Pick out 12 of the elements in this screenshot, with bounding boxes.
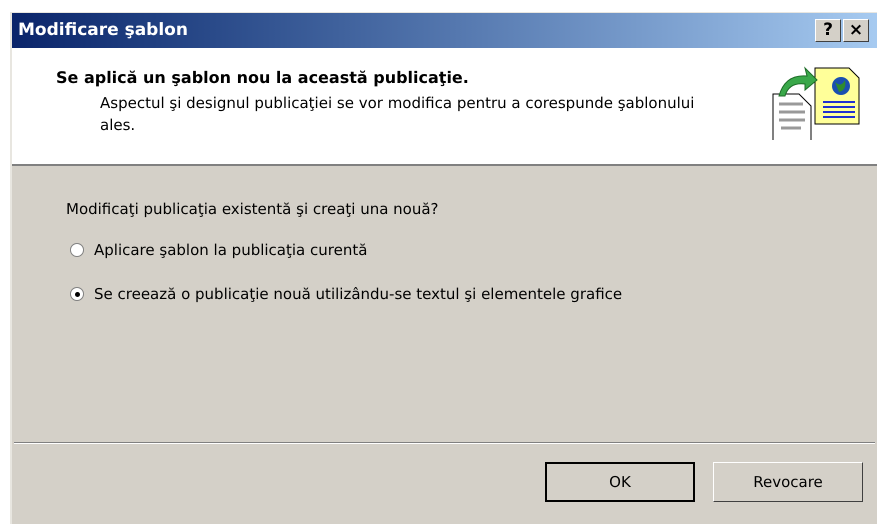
header-title: Se aplică un şablon nou la această publicaţie.	[56, 67, 470, 89]
radio-button[interactable]	[70, 242, 84, 257]
radio-option[interactable]: Se creează o publicaţie nouă utilizându-se textul şi elementele grafice	[70, 283, 877, 306]
cancel-button[interactable]: Revocare	[713, 462, 863, 502]
radio-option[interactable]: Aplicare şablon la publicaţia curentă	[70, 238, 877, 261]
question-text: Modificaţi publicaţia existentă şi creaţi una nouă?	[66, 199, 440, 220]
close-button[interactable]: ×	[843, 19, 869, 42]
header-description: Aspectul şi designul publicaţiei se vor modifica pentru a corespunde şablonului ales.	[99, 93, 696, 136]
ok-button[interactable]: OK	[545, 462, 695, 502]
window-title: Modificare şablon	[18, 18, 188, 42]
radio-button[interactable]	[70, 287, 84, 302]
help-button[interactable]: ?	[815, 19, 841, 42]
